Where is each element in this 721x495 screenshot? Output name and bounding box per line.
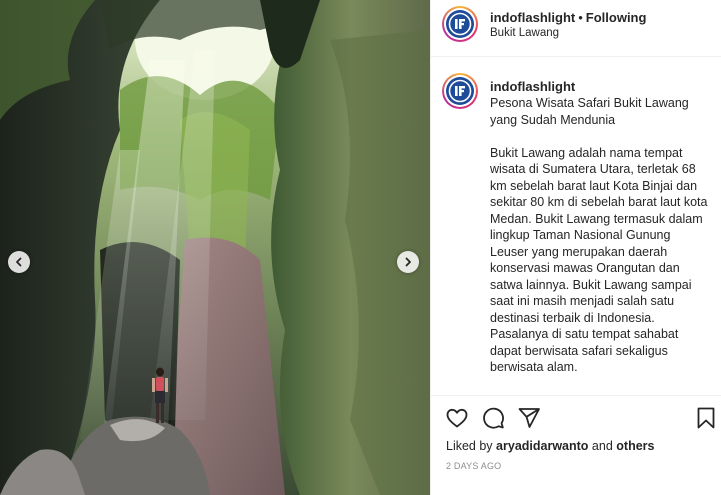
indoflashlight-logo-icon (448, 79, 472, 103)
chevron-left-icon (16, 257, 22, 267)
liked-by-line: Liked by aryadidarwanto and others (446, 438, 654, 454)
cave-photo (0, 0, 430, 495)
avatar-ring (444, 8, 476, 40)
caption-avatar[interactable] (442, 73, 478, 109)
caption-title: Pesona Wisata Safari Bukit Lawang yang S… (490, 96, 689, 127)
liked-by-user-link[interactable]: aryadidarwanto (496, 439, 588, 453)
action-bar: Liked by aryadidarwanto and others 2 DAY… (431, 395, 721, 495)
caption-paragraph: Bukit Lawang adalah nama tempat wisata d… (490, 145, 708, 375)
post-timestamp[interactable]: 2 DAYS AGO (446, 461, 501, 471)
comment-button[interactable] (481, 406, 505, 430)
comment-icon (483, 407, 504, 429)
header-user-line: indoflashlight • Following (490, 10, 646, 26)
caption-text: Pesona Wisata Safari Bukit Lawang yang S… (490, 95, 712, 376)
avatar-core (446, 77, 474, 105)
post-media[interactable] (0, 0, 430, 495)
caption-area: indoflashlight Pesona Wisata Safari Buki… (431, 57, 721, 394)
bookmark-icon (697, 407, 715, 429)
avatar[interactable] (442, 6, 478, 42)
liked-by-prefix: Liked by (446, 439, 493, 453)
save-button[interactable] (694, 406, 718, 430)
indoflashlight-logo-icon (448, 12, 472, 36)
share-button[interactable] (517, 406, 541, 430)
chevron-right-icon (405, 257, 411, 267)
location-link[interactable]: Bukit Lawang (490, 26, 559, 40)
following-button[interactable]: Following (586, 10, 647, 25)
send-icon (518, 408, 540, 428)
dot-separator: • (578, 10, 583, 25)
carousel-prev-button[interactable] (8, 251, 30, 273)
post-side-panel: indoflashlight • Following Bukit Lawang in… (430, 0, 721, 495)
caption-username[interactable]: indoflashlight (490, 79, 575, 94)
post-header: indoflashlight • Following Bukit Lawang (431, 0, 721, 57)
like-button[interactable] (445, 406, 469, 430)
avatar-core (446, 10, 474, 38)
heart-icon (446, 408, 468, 428)
avatar-ring (444, 75, 476, 107)
liked-by-joiner: and (591, 439, 613, 453)
username-link[interactable]: indoflashlight (490, 10, 575, 25)
carousel-next-button[interactable] (397, 251, 419, 273)
liked-by-others-link[interactable]: others (616, 439, 654, 453)
